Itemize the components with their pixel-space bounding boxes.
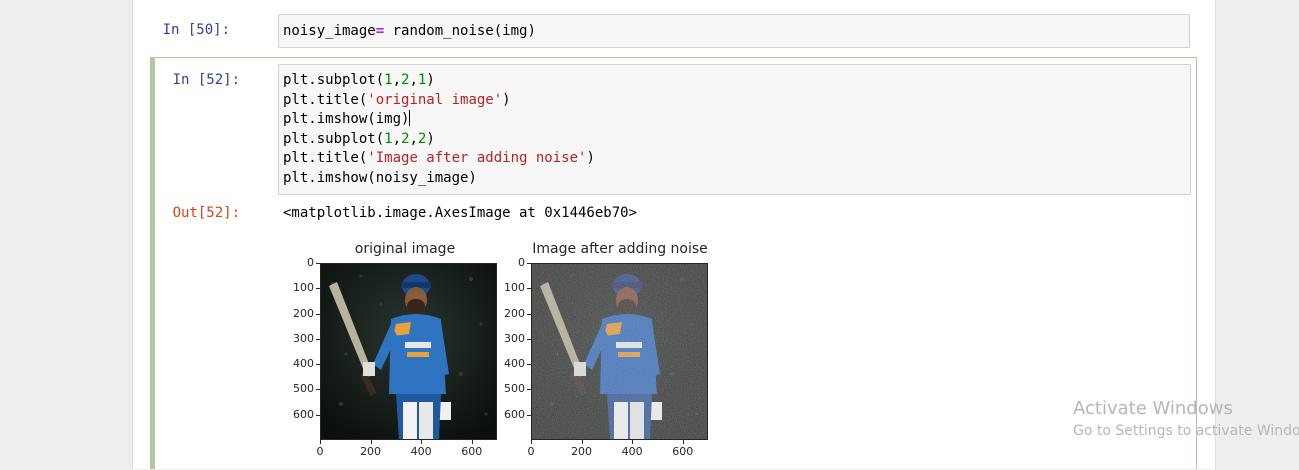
code-token: random_noise(img) (384, 23, 536, 39)
x-tick-label: 600 (461, 445, 483, 458)
x-tick (632, 440, 634, 444)
y-tick-label: 600 (293, 407, 314, 421)
y-tick (527, 414, 531, 416)
y-tick (316, 313, 320, 315)
y-tick-label: 300 (504, 331, 525, 345)
activate-windows-title: Activate Windows (1073, 398, 1233, 419)
y-tick-label: 0 (518, 256, 525, 269)
y-tick (316, 263, 320, 264)
x-tick-label: 200 (571, 445, 593, 458)
code-token: noisy_image (283, 23, 376, 39)
y-tick-label: 100 (504, 281, 525, 295)
subplot-title: original image (354, 241, 456, 257)
cricketer-photo-noisy (532, 264, 707, 439)
code-cell-50[interactable]: In [50]: noisy_image= random_noise(img) (150, 14, 1190, 48)
y-tick (527, 389, 531, 391)
x-tick-label: 400 (621, 445, 643, 458)
y-tick (316, 288, 320, 290)
y-tick-label: 600 (504, 407, 525, 421)
x-tick-label: 400 (410, 445, 432, 458)
x-tick-label: 0 (316, 445, 324, 458)
code-input[interactable]: noisy_image= random_noise(img) (278, 14, 1190, 48)
code-cell-52[interactable]: In [52]: plt.subplot(1,2,1) plt.title('or… (150, 57, 1197, 469)
subplot-title: Image after adding noise (532, 241, 708, 257)
noisy-image-axes (531, 263, 708, 440)
x-tick (471, 440, 473, 444)
y-tick-label: 400 (504, 357, 525, 371)
x-tick (682, 440, 684, 444)
y-tick-label: 300 (293, 331, 314, 345)
y-tick (316, 364, 320, 366)
y-tick (527, 313, 531, 315)
x-tick (370, 440, 372, 444)
y-tick-label: 0 (307, 256, 314, 269)
y-tick (527, 288, 531, 290)
y-tick-label: 200 (293, 306, 314, 320)
y-tick (316, 414, 320, 416)
code-token: = (375, 23, 385, 39)
code-lines: noisy_image= random_noise(img) (283, 22, 1185, 42)
activate-windows-subtitle: Go to Settings to activate Windows (1073, 423, 1299, 439)
y-tick (527, 364, 531, 366)
original-image-axes (320, 263, 497, 440)
y-tick (527, 338, 531, 340)
y-tick-label: 400 (293, 357, 314, 371)
x-tick (531, 440, 532, 444)
x-tick (421, 440, 423, 444)
y-tick (527, 263, 531, 264)
x-tick-label: 0 (527, 445, 535, 458)
y-tick-label: 200 (504, 306, 525, 320)
y-tick (316, 338, 320, 340)
y-tick-label: 500 (504, 382, 525, 396)
code-line: noisy_image= random_noise(img) (283, 22, 1185, 42)
input-prompt: In [50]: (162, 22, 230, 38)
y-tick-label: 500 (293, 382, 314, 396)
matplotlib-figure: original image Image after adding noise … (155, 58, 1195, 470)
x-tick (581, 440, 583, 444)
y-tick-label: 100 (293, 281, 314, 295)
y-tick (316, 389, 320, 391)
cricketer-photo-original (321, 264, 496, 439)
x-tick-label: 600 (672, 445, 694, 458)
x-tick-label: 200 (360, 445, 382, 458)
x-tick (320, 440, 321, 444)
